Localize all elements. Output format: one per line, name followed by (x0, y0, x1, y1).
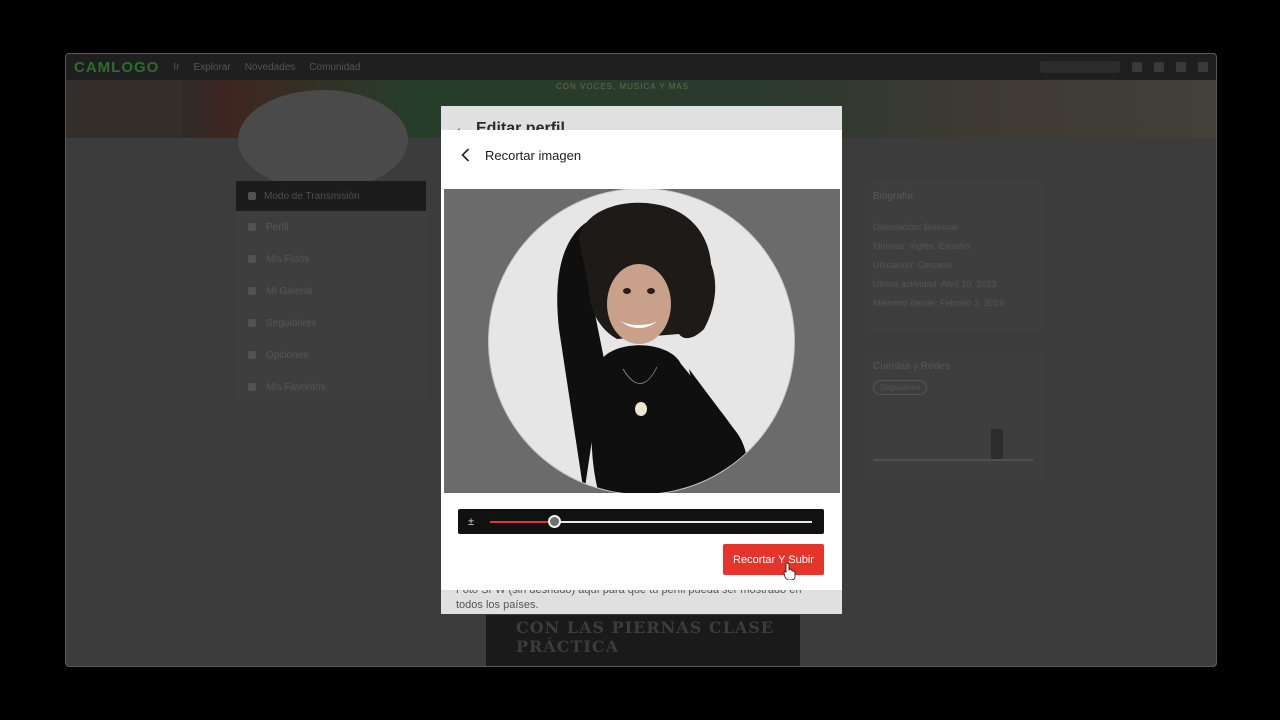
photos-icon (248, 255, 256, 263)
search-input[interactable] (1040, 61, 1120, 73)
broadcast-icon (248, 192, 256, 200)
crop-canvas[interactable] (444, 189, 840, 493)
settings-icon[interactable] (1198, 62, 1208, 72)
favorites-icon (248, 383, 256, 391)
zoom-slider-handle[interactable] (548, 514, 562, 528)
bio-panel: Biografía Orientación: Bisexual Idiomas:… (865, 181, 1045, 333)
profile-sidebar: Modo de Transmisión Perfil Mis Fotos Mi … (236, 181, 426, 401)
zoom-icon: ± (468, 515, 475, 528)
zoom-slider-bar: ± (458, 509, 824, 534)
sidebar-item-label: Mis Favoritos (266, 381, 326, 393)
bio-title: Biografía (873, 191, 914, 202)
sidebar-item-5[interactable]: Mis Favoritos (236, 371, 426, 403)
back-chevron-icon[interactable] (461, 147, 473, 163)
bio-line: Miembro desde: Febrero 3, 2019 (873, 298, 1005, 308)
zoom-slider-fill (490, 520, 555, 523)
sidebar-header-label: Modo de Transmisión (264, 190, 360, 202)
poster-text: CON LAS PIERNAS CLASE PRÁCTICA (516, 618, 774, 656)
sidebar-item-2[interactable]: Mi Galería (236, 275, 426, 307)
followers-chip[interactable]: Seguidores (873, 380, 928, 395)
crop-modal-title: Recortar imagen (485, 147, 582, 163)
crop-circle-mask[interactable] (489, 189, 794, 493)
social-title: Cuentas y Redes (873, 361, 950, 372)
social-graph-figure (991, 429, 1003, 459)
message-icon[interactable] (1154, 62, 1164, 72)
avatar (238, 90, 408, 190)
profile-photo (557, 202, 751, 493)
sidebar-header[interactable]: Modo de Transmisión (236, 181, 426, 211)
bio-line: Orientación: Bisexual (873, 222, 959, 232)
sidebar-item-label: Seguidores (266, 317, 317, 329)
followers-icon (248, 319, 256, 327)
site-logo[interactable]: CAMLOGO (74, 59, 159, 76)
sidebar-item-label: Opciones (266, 349, 309, 361)
sidebar-item-label: Perfil (266, 221, 289, 233)
nav-item-0[interactable]: Ir (173, 62, 179, 73)
crop-modal-header: Recortar imagen (441, 130, 842, 180)
options-icon (248, 351, 256, 359)
bio-line: Ubicación: Cercana (873, 260, 952, 270)
nav-item-3[interactable]: Comunidad (309, 62, 360, 73)
banner-text: CON VOCES, MUSICA Y MAS (556, 82, 689, 91)
bio-line: Última actividad: Abril 10, 2023 (873, 279, 997, 289)
nav-item-1[interactable]: Explorar (193, 62, 230, 73)
sidebar-item-4[interactable]: Opciones (236, 339, 426, 371)
social-panel: Cuentas y Redes Seguidores (865, 351, 1045, 481)
top-navbar: CAMLOGO Ir Explorar Novedades Comunidad (66, 54, 1216, 80)
bio-line: Idiomas: Inglés, Español (873, 241, 972, 251)
banner-photo (66, 80, 182, 138)
nav-item-2[interactable]: Novedades (245, 62, 296, 73)
social-graph-baseline (873, 459, 1033, 461)
topbar-right (1040, 61, 1208, 73)
sidebar-item-label: Mis Fotos (266, 253, 310, 265)
poster-image: CON LAS PIERNAS CLASE PRÁCTICA (486, 615, 800, 666)
mouse-cursor-icon (783, 562, 796, 580)
notification-icon[interactable] (1132, 62, 1142, 72)
sidebar-item-label: Mi Galería (266, 285, 313, 297)
sidebar-item-0[interactable]: Perfil (236, 211, 426, 243)
sidebar-item-1[interactable]: Mis Fotos (236, 243, 426, 275)
sidebar-item-3[interactable]: Seguidores (236, 307, 426, 339)
user-menu-icon[interactable] (1176, 62, 1186, 72)
crop-image-modal: Recortar imagen ± Recortar Y Subir (441, 130, 842, 590)
zoom-slider-track[interactable] (490, 514, 812, 528)
profile-icon (248, 223, 256, 231)
gallery-icon (248, 287, 256, 295)
crop-and-upload-button[interactable]: Recortar Y Subir (723, 544, 824, 575)
